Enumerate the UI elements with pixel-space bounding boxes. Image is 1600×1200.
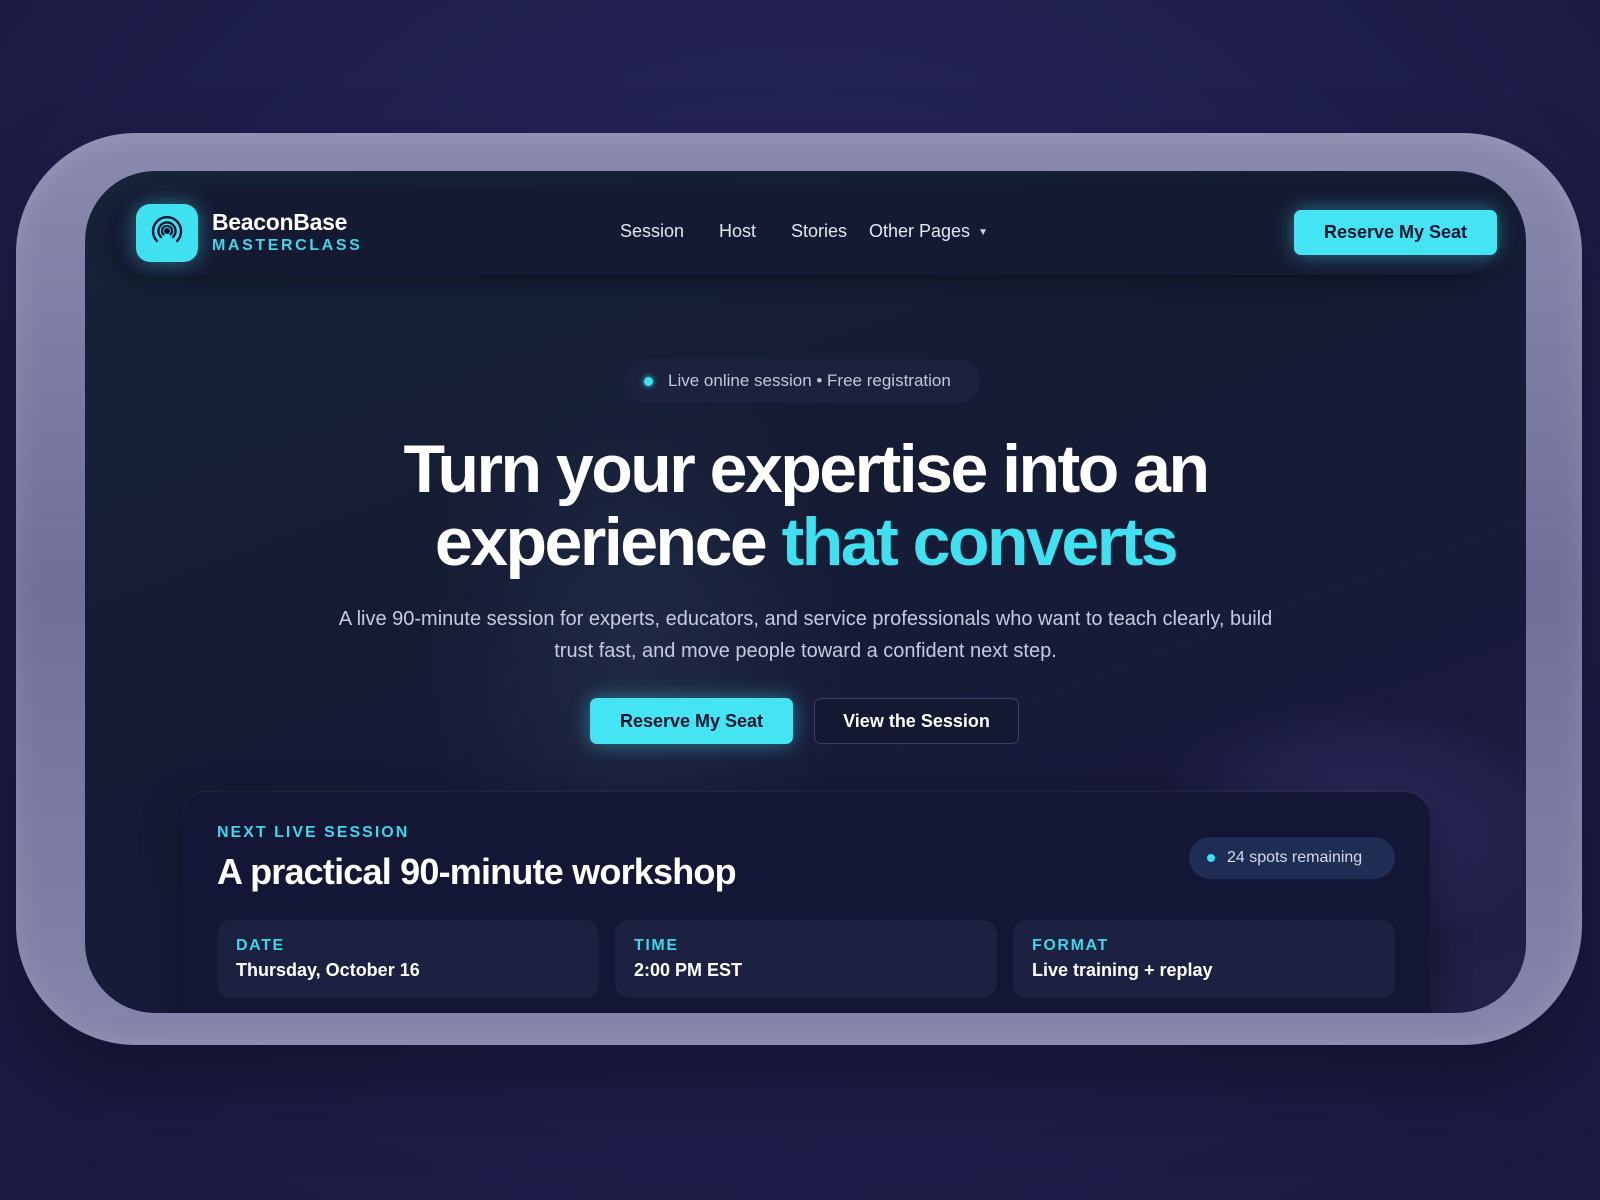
session-card: NEXT LIVE SESSION A practical 90-minute … — [182, 792, 1430, 1013]
spots-remaining-text: 24 spots remaining — [1227, 849, 1363, 866]
detail-tile-time: TIME 2:00 PM EST — [615, 920, 997, 998]
detail-tile-format: FORMAT Live training + replay — [1013, 920, 1395, 998]
detail-value: Live training + replay — [1032, 960, 1213, 980]
hero-headline: Turn your expertise into an experience t… — [85, 433, 1526, 579]
detail-label: DATE — [236, 937, 285, 954]
detail-tile-date: DATE Thursday, October 16 — [217, 920, 599, 998]
session-info-pill: Live online session • Free registration — [624, 359, 980, 403]
broadcast-icon — [150, 214, 184, 253]
detail-value: Thursday, October 16 — [236, 960, 420, 980]
headline-line-2: experience that converts — [85, 506, 1526, 579]
nav-link-session[interactable]: Session — [620, 221, 684, 242]
brand-subtitle: MASTERCLASS — [212, 237, 363, 254]
session-kicker: NEXT LIVE SESSION — [217, 824, 410, 841]
headline-accent-text: that converts — [781, 504, 1179, 580]
nav-reserve-seat-button[interactable]: Reserve My Seat — [1294, 210, 1497, 255]
caret-down-icon: ▼ — [978, 227, 988, 238]
spots-remaining-badge: 24 spots remaining — [1189, 837, 1395, 879]
detail-value: 2:00 PM EST — [634, 960, 743, 980]
nav-link-other-pages[interactable]: Other Pages ▼ — [869, 221, 988, 242]
status-dot-icon — [1207, 854, 1215, 862]
navbar: BeaconBase MASTERCLASS Session Host Stor… — [109, 189, 1502, 275]
detail-label: TIME — [634, 937, 679, 954]
browser-screen: BeaconBase MASTERCLASS Session Host Stor… — [85, 171, 1526, 1013]
brand-name[interactable]: BeaconBase — [212, 209, 347, 236]
headline-line-1: Turn your expertise into an — [403, 431, 1210, 507]
detail-label: FORMAT — [1032, 937, 1109, 954]
session-title: A practical 90-minute workshop — [217, 851, 737, 892]
hero-description: A live 90-minute session for experts, ed… — [338, 608, 1273, 662]
view-session-button[interactable]: View the Session — [814, 698, 1019, 744]
headline-plain-text: experience — [434, 504, 768, 580]
hero-reserve-seat-button[interactable]: Reserve My Seat — [590, 698, 793, 744]
live-dot-icon — [644, 376, 653, 386]
nav-link-host[interactable]: Host — [719, 221, 756, 242]
session-info-text: Live online session • Free registration — [668, 371, 951, 390]
nav-link-other-pages-label: Other Pages — [869, 221, 971, 241]
nav-link-stories[interactable]: Stories — [791, 221, 847, 242]
brand-logo[interactable] — [136, 204, 198, 262]
